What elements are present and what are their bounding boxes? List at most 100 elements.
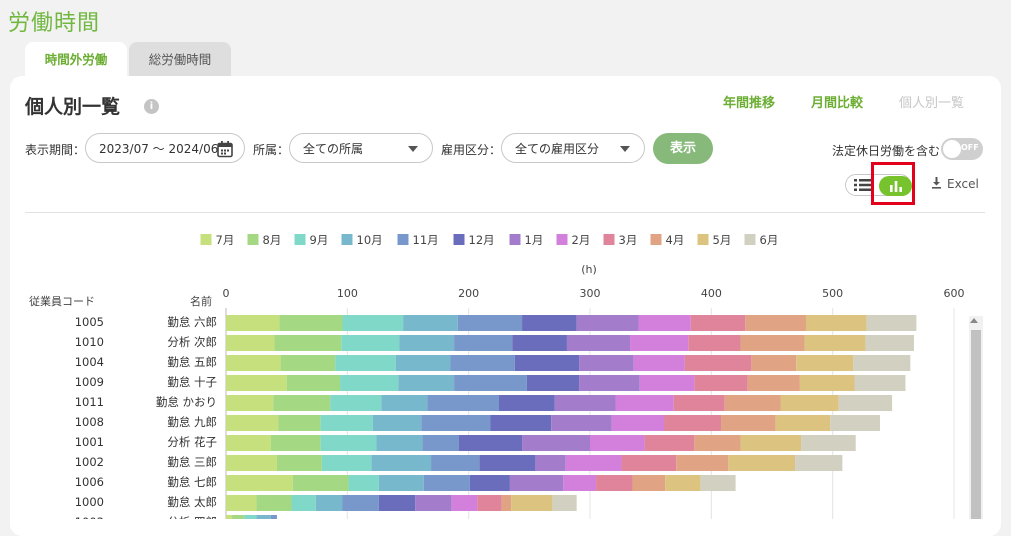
bar-segment: [372, 415, 422, 431]
bar-segment: [566, 335, 631, 351]
bar-segment: [621, 455, 677, 471]
bar-segment: [514, 355, 580, 371]
bar-segment: [342, 495, 379, 511]
bar-segment: [226, 475, 293, 491]
legend-label: 9月: [310, 233, 329, 247]
bar-segment: [673, 395, 725, 411]
bar-segment: [415, 495, 452, 511]
bar-segment: [431, 455, 480, 471]
bar-segment: [422, 435, 459, 451]
x-tick-label: 500: [822, 287, 843, 300]
bar-segment: [256, 495, 292, 511]
legend-label: 11月: [413, 233, 439, 247]
bar-segment: [335, 355, 396, 371]
bar-segment: [664, 415, 722, 431]
code-column-header: 従業員コード: [29, 295, 95, 308]
bar-segment: [638, 315, 691, 331]
bar-segment: [490, 415, 552, 431]
legend-label: 4月: [666, 233, 685, 247]
bar-segment: [270, 515, 277, 519]
bar-segment: [801, 435, 856, 451]
bar-segment: [853, 355, 911, 371]
employee-code: 1005: [75, 315, 104, 329]
bar-segment: [315, 495, 343, 511]
bar-segment: [378, 475, 424, 491]
scroll-up-icon[interactable]: [970, 318, 978, 323]
bar-segment: [509, 475, 564, 491]
bar-segment: [341, 335, 400, 351]
bar-segment: [552, 495, 577, 511]
bar-segment: [576, 315, 639, 331]
legend-swatch: [603, 234, 615, 245]
bar-segment: [795, 455, 843, 471]
bar-segment: [684, 355, 752, 371]
bar-segment: [454, 375, 527, 391]
employee-code: 1001: [75, 435, 104, 449]
bar-segment: [721, 415, 776, 431]
bar-segment: [499, 395, 555, 411]
employee-name: 分析 次郎: [167, 335, 217, 349]
bar-segment: [330, 395, 382, 411]
bar-segment: [226, 515, 233, 519]
bar-segment: [644, 435, 695, 451]
x-tick-label: 0: [223, 287, 230, 300]
bar-segment: [278, 415, 321, 431]
employee-name: 勤怠 六郎: [167, 315, 217, 329]
bar-segment: [694, 375, 748, 391]
employee-code: 1000: [75, 495, 104, 509]
bar-segment: [376, 435, 423, 451]
employee-name: 勤怠 十子: [167, 375, 217, 389]
employee-code: 1002: [75, 455, 104, 469]
legend-swatch: [697, 234, 709, 245]
employee-code: 1003: [75, 515, 104, 519]
bar-segment: [632, 475, 666, 491]
bar-segment: [501, 495, 512, 511]
bar-segment: [226, 355, 281, 371]
name-column-header: 名前: [190, 294, 212, 308]
bar-segment: [865, 335, 914, 351]
bar-segment: [226, 415, 279, 431]
bar-segment: [830, 415, 880, 431]
bar-segment: [292, 475, 349, 491]
legend-swatch: [294, 234, 306, 245]
employee-code: 1011: [75, 395, 104, 409]
employee-code: 1009: [75, 375, 104, 389]
bar-segment: [565, 455, 622, 471]
employee-name: 勤怠 太郎: [167, 495, 217, 509]
legend-swatch: [556, 234, 568, 245]
legend-swatch: [509, 234, 521, 245]
bar-segment: [280, 355, 336, 371]
bar-segment: [276, 455, 322, 471]
bar-segment: [688, 335, 741, 351]
bar-segment: [226, 455, 277, 471]
legend-swatch: [453, 234, 465, 245]
bar-segment: [291, 495, 316, 511]
bar-segment: [630, 335, 689, 351]
bar-segment: [403, 315, 458, 331]
employee-name: 勤怠 かおり: [156, 395, 217, 409]
employee-code: 1008: [75, 415, 104, 429]
bar-segment: [286, 375, 341, 391]
bar-segment: [226, 335, 275, 351]
bar-segment: [728, 455, 796, 471]
bar-segment: [554, 395, 616, 411]
employee-name: 分析 四郎: [167, 515, 217, 519]
bar-segment: [274, 335, 342, 351]
bar-segment: [321, 455, 372, 471]
bar-segment: [512, 335, 567, 351]
x-tick-label: 100: [337, 287, 358, 300]
bar-segment: [799, 375, 855, 391]
bar-segment: [399, 335, 455, 351]
scrollbar-thumb[interactable]: [971, 330, 981, 519]
legend-label: 3月: [619, 233, 638, 247]
bar-segment: [535, 455, 566, 471]
bar-segment: [611, 415, 665, 431]
bar-segment: [320, 415, 373, 431]
employee-code: 1010: [75, 335, 104, 349]
bar-segment: [745, 315, 806, 331]
legend-label: 2月: [572, 233, 591, 247]
bar-segment: [458, 435, 523, 451]
bar-segment: [579, 355, 634, 371]
bar-segment: [469, 475, 510, 491]
x-tick-label: 300: [580, 287, 601, 300]
